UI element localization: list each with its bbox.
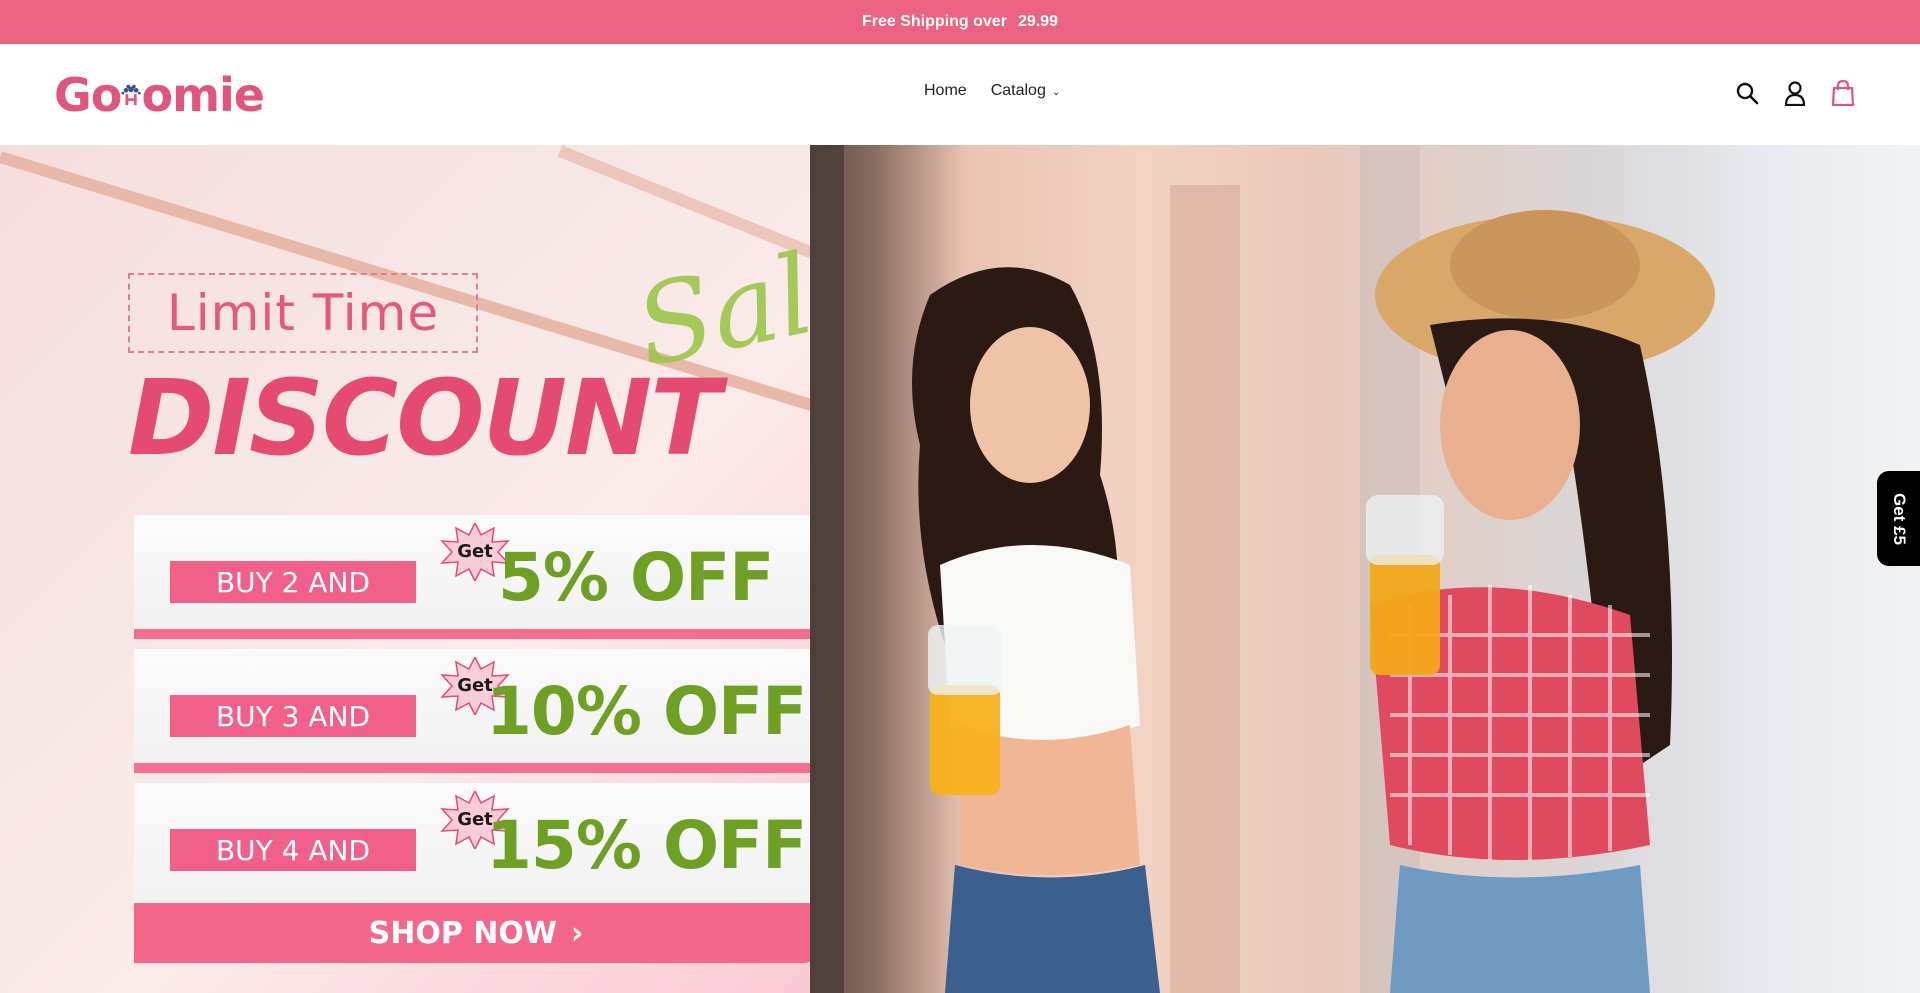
offer-row: BUY 3 AND Get 10% OFF [134, 649, 818, 773]
nav-catalog[interactable]: Catalog ⌄ [991, 82, 1061, 100]
announcement-amount: 29.99 [1017, 13, 1058, 30]
chevron-right-icon: › [570, 915, 584, 951]
buy-label: BUY 4 AND [170, 829, 416, 871]
buy-label: BUY 2 AND [170, 561, 416, 603]
logo[interactable]: Go omie [54, 64, 265, 126]
logo-tree-icon [121, 84, 142, 106]
site-header: Go omie Home Catalog ⌄ [0, 44, 1920, 145]
nav-home-label: Home [924, 82, 967, 99]
offers-panel: BUY 2 AND Get 5% OFF BUY 3 AND Get 10% O… [134, 515, 818, 973]
hero-promo-panel: Limit Time Sale DISCOUNT BUY 2 AND Get 5… [0, 145, 920, 993]
photo-illustration [810, 145, 1715, 993]
buy-label: BUY 3 AND [170, 695, 416, 737]
limit-time-text: Limit Time [166, 284, 440, 342]
main-nav: Home Catalog ⌄ [924, 82, 1060, 100]
discount-heading: DISCOUNT [128, 357, 721, 479]
hero-banner[interactable]: Limit Time Sale DISCOUNT BUY 2 AND Get 5… [0, 145, 1920, 993]
header-icons [1734, 80, 1856, 106]
discount-percent: 5% OFF [498, 539, 774, 616]
cart-icon[interactable] [1830, 80, 1856, 106]
get-5-label: Get £5 [1889, 492, 1909, 545]
discount-percent: 10% OFF [486, 673, 807, 750]
announcement-bar: Free Shipping over 29.99 [0, 0, 1920, 44]
account-icon[interactable] [1782, 80, 1808, 106]
search-icon[interactable] [1734, 80, 1760, 106]
offer-row: BUY 4 AND Get 15% OFF [134, 783, 818, 907]
nav-home[interactable]: Home [924, 82, 967, 100]
logo-text-right: omie [141, 68, 265, 122]
offer-row: BUY 2 AND Get 5% OFF [134, 515, 818, 639]
announcement-text: Free Shipping over [862, 13, 1007, 30]
hero-photo [810, 145, 1920, 993]
get-5-side-tab[interactable]: Get £5 [1877, 471, 1920, 566]
shop-now-button[interactable]: SHOP NOW › [134, 903, 818, 963]
logo-text-left: Go [54, 68, 122, 122]
limit-time-box: Limit Time [128, 273, 478, 353]
nav-catalog-label: Catalog [990, 82, 1046, 99]
chevron-down-icon: ⌄ [1051, 87, 1061, 98]
shop-now-label: SHOP NOW [368, 915, 557, 951]
discount-percent: 15% OFF [486, 807, 807, 884]
